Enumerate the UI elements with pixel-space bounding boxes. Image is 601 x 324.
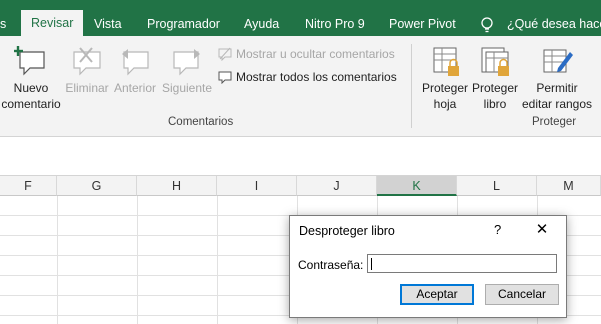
- protect-group-label: Proteger: [532, 116, 577, 128]
- delete-comment-label: Eliminar: [65, 81, 109, 95]
- allow-edit-ranges-button[interactable]: Permitir editar rangos: [520, 44, 594, 112]
- tab-power-pivot[interactable]: Power Pivot: [389, 13, 456, 35]
- tab-nitro-pro[interactable]: Nitro Pro 9: [305, 13, 365, 35]
- protect-workbook-icon: [481, 47, 509, 76]
- column-header-g[interactable]: G: [57, 176, 137, 196]
- show-comments-icon: [218, 71, 232, 84]
- previous-comment-button[interactable]: Anterior: [112, 44, 158, 96]
- tab-vista[interactable]: Vista: [94, 13, 122, 35]
- allow-edit-ranges-icon: [543, 49, 573, 73]
- protect-sheet-label-1: Proteger: [421, 81, 469, 95]
- protect-sheet-button[interactable]: Proteger hoja: [420, 44, 470, 112]
- column-header-k[interactable]: K: [377, 176, 457, 196]
- tab-partial-left[interactable]: s: [0, 13, 6, 35]
- column-header-l[interactable]: L: [457, 176, 537, 196]
- protect-workbook-button[interactable]: Proteger libro: [470, 44, 520, 112]
- protect-workbook-label-1: Proteger: [471, 81, 519, 95]
- show-hide-comments-label: Mostrar u ocultar comentarios: [236, 47, 395, 61]
- column-header-h[interactable]: H: [137, 176, 217, 196]
- password-input[interactable]: [367, 254, 557, 273]
- ok-button[interactable]: Aceptar: [400, 284, 474, 305]
- cancel-button[interactable]: Cancelar: [485, 284, 559, 305]
- column-header-m[interactable]: M: [537, 176, 601, 196]
- show-all-comments-label: Mostrar todos los comentarios: [236, 70, 397, 84]
- next-comment-button[interactable]: Siguiente: [160, 44, 214, 96]
- close-button[interactable]: ✕: [530, 219, 554, 241]
- help-button[interactable]: ?: [494, 222, 501, 237]
- tell-me-text: ¿Qué desea hacer?: [507, 17, 601, 31]
- formula-bar-area: [0, 137, 601, 176]
- column-header-i[interactable]: I: [217, 176, 297, 196]
- lightbulb-icon: [481, 17, 493, 33]
- column-header-j[interactable]: J: [297, 176, 377, 196]
- allow-edit-ranges-label-1: Permitir: [536, 81, 578, 95]
- unprotect-workbook-dialog: Desproteger libro ? ✕ Contraseña: Acepta…: [289, 215, 567, 318]
- delete-comment-icon: [73, 47, 101, 76]
- previous-comment-label: Anterior: [113, 81, 157, 95]
- column-header-f[interactable]: F: [0, 176, 57, 196]
- comment-toggle-icon: [218, 47, 232, 61]
- protect-sheet-icon: [433, 47, 459, 76]
- comments-group-label: Comentarios: [168, 116, 234, 128]
- protect-workbook-label-2: libro: [483, 97, 507, 111]
- new-comment-label-1: Nuevo: [13, 81, 49, 95]
- tab-programador[interactable]: Programador: [147, 13, 220, 35]
- new-comment-icon: [14, 46, 45, 76]
- next-comment-icon: [173, 49, 200, 76]
- group-separator: [411, 44, 412, 128]
- allow-edit-ranges-label-2: editar rangos: [521, 97, 593, 111]
- text-caret: [371, 258, 372, 270]
- dialog-title: Desproteger libro: [299, 224, 395, 238]
- new-comment-button[interactable]: Nuevo comentario: [0, 44, 62, 112]
- protect-sheet-label-2: hoja: [433, 97, 457, 111]
- new-comment-label-2: comentario: [1, 97, 61, 111]
- password-label: Contraseña:: [298, 258, 364, 272]
- delete-comment-button[interactable]: Eliminar: [64, 44, 110, 96]
- previous-comment-icon: [122, 49, 149, 76]
- ribbon-body: Nuevo comentario Eliminar Anterior Sigui…: [0, 36, 601, 137]
- tab-ayuda[interactable]: Ayuda: [244, 13, 279, 35]
- next-comment-label: Siguiente: [161, 81, 213, 95]
